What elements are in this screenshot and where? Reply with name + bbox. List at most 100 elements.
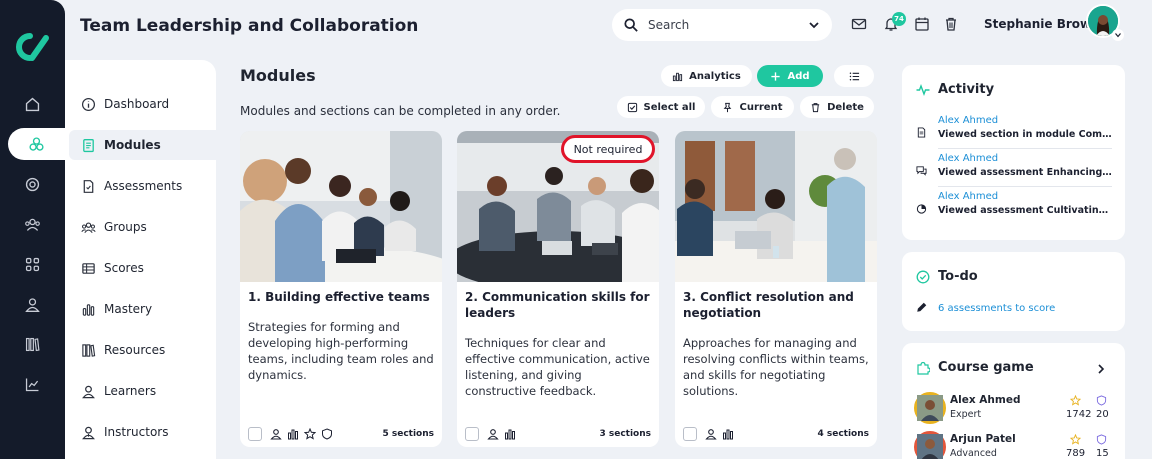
bars-icon[interactable]: [722, 428, 734, 440]
not-required-tag: Not required: [561, 135, 655, 163]
course-game-panel: Course game Alex Ahmed Expert 1742 20 Ar…: [902, 343, 1125, 459]
bars-icon: [82, 303, 95, 316]
activity-item[interactable]: Alex Ahmed Viewed assessment Cultivating…: [916, 191, 1112, 225]
delete-button[interactable]: Delete: [800, 96, 874, 118]
player-name: Alex Ahmed: [950, 394, 1021, 406]
subnav-label: Resources: [104, 343, 166, 357]
player-badges: 15: [1096, 448, 1109, 459]
info-icon: [81, 97, 96, 111]
star-icon[interactable]: [304, 428, 316, 440]
leaderboard-row[interactable]: Alex Ahmed Expert 1742 20: [914, 392, 1114, 428]
leaderboard-row[interactable]: Arjun Patel Advanced 789 15: [914, 431, 1114, 459]
target-icon: [25, 177, 40, 191]
activity-item[interactable]: Alex Ahmed Viewed section in module Comm…: [916, 115, 1112, 149]
analytics-button[interactable]: Analytics: [661, 65, 752, 87]
subnav-item-scores[interactable]: Scores: [69, 253, 216, 283]
shield-icon: [1096, 395, 1107, 406]
chevron-right-icon[interactable]: [1095, 363, 1107, 375]
user-icon[interactable]: [487, 428, 499, 440]
course-game-title-label: Course game: [938, 360, 1034, 375]
bars-icon[interactable]: [287, 428, 299, 440]
rail-users[interactable]: [0, 208, 65, 240]
user-icon[interactable]: [705, 428, 717, 440]
subnav-label: Groups: [104, 220, 147, 234]
bars-icon[interactable]: [504, 428, 516, 440]
subnav-label: Modules: [104, 138, 161, 152]
subnav-item-resources[interactable]: Resources: [69, 335, 216, 365]
subnav-label: Learners: [104, 384, 157, 398]
app-logo[interactable]: [12, 30, 52, 64]
subnav-item-modules[interactable]: Modules: [69, 130, 216, 160]
module-checkbox[interactable]: [248, 427, 262, 441]
rail-grid[interactable]: [0, 248, 65, 280]
rail-home[interactable]: [0, 88, 65, 120]
check-circle-icon: [916, 270, 930, 283]
module-title[interactable]: 3. Conflict resolution and negotiation: [683, 289, 873, 321]
calendar-icon[interactable]: [914, 16, 930, 32]
add-button[interactable]: Add: [757, 65, 823, 87]
module-checkbox[interactable]: [465, 427, 479, 441]
player-points: 789: [1066, 448, 1086, 459]
list-icon: [849, 72, 859, 80]
module-description: Strategies for forming and developing hi…: [248, 320, 434, 382]
search-input[interactable]: Search: [612, 9, 832, 41]
pencil-icon: [917, 302, 927, 312]
current-label: Current: [739, 101, 783, 113]
puzzle-icon: [917, 361, 930, 375]
document-icon: [83, 138, 94, 152]
list-view-button[interactable]: [834, 65, 874, 87]
shield-icon[interactable]: [321, 428, 333, 440]
activity-item[interactable]: Alex Ahmed Viewed assessment Enhancing c…: [916, 153, 1112, 187]
chevron-down-icon[interactable]: [808, 19, 820, 31]
user-icon: [82, 385, 95, 398]
module-card[interactable]: 1. Building effective teams Strategies f…: [240, 131, 442, 447]
user-icon[interactable]: [270, 428, 282, 440]
assessment-icon: [83, 179, 94, 193]
player-level: Expert: [950, 409, 982, 420]
rail-target[interactable]: [0, 168, 65, 200]
module-title[interactable]: 2. Communication skills for leaders: [465, 289, 655, 321]
rail-chart[interactable]: [0, 368, 65, 400]
bars-icon: [673, 72, 683, 81]
rail-person[interactable]: [0, 288, 65, 320]
module-card[interactable]: 3. Conflict resolution and negotiation A…: [675, 131, 877, 447]
user-name: Stephanie Brown: [984, 17, 1100, 31]
subnav-item-assessments[interactable]: Assessments: [69, 171, 216, 201]
select-all-button[interactable]: Select all: [617, 96, 705, 118]
page-title: Team Leadership and Collaboration: [80, 16, 419, 36]
subnav-label: Dashboard: [104, 97, 170, 111]
trash-icon[interactable]: [943, 16, 959, 32]
subnav-item-instructors[interactable]: Instructors: [69, 417, 216, 447]
subnav-label: Instructors: [104, 425, 169, 439]
player-badges: 20: [1096, 409, 1109, 420]
module-card[interactable]: Not required 2. Communication skills for…: [457, 131, 659, 447]
rail-modules[interactable]: [8, 128, 72, 160]
subnav-label: Assessments: [104, 179, 183, 193]
users-icon: [25, 218, 40, 231]
avatar-menu-chevron-icon[interactable]: [1112, 29, 1124, 41]
mail-icon[interactable]: [851, 16, 867, 32]
pin-icon: [724, 102, 732, 112]
activity-user-link[interactable]: Alex Ahmed: [938, 115, 998, 126]
activity-description: Viewed assessment Enhancing communicatio…: [938, 167, 1112, 178]
section-title: Modules: [240, 66, 316, 85]
current-button[interactable]: Current: [711, 96, 794, 118]
subnav-item-dashboard[interactable]: Dashboard: [69, 89, 216, 119]
assessments-to-score-link[interactable]: 6 assessments to score: [938, 303, 1055, 314]
app-rail: [0, 0, 72, 459]
activity-user-link[interactable]: Alex Ahmed: [938, 153, 998, 164]
subnav-item-mastery[interactable]: Mastery: [69, 294, 216, 324]
rail-library[interactable]: [0, 328, 65, 360]
todo-title-label: To-do: [938, 269, 978, 284]
star-icon: [1070, 395, 1081, 406]
module-checkbox[interactable]: [683, 427, 697, 441]
scores-icon: [82, 262, 95, 274]
activity-user-link[interactable]: Alex Ahmed: [938, 191, 998, 202]
player-points: 1742: [1066, 409, 1092, 420]
todo-title: To-do: [916, 269, 978, 284]
subnav-item-learners[interactable]: Learners: [69, 376, 216, 406]
subnav-item-groups[interactable]: Groups: [69, 212, 216, 242]
person-icon: [25, 297, 40, 312]
module-image: Not required: [457, 131, 659, 282]
module-title[interactable]: 1. Building effective teams: [248, 289, 438, 305]
